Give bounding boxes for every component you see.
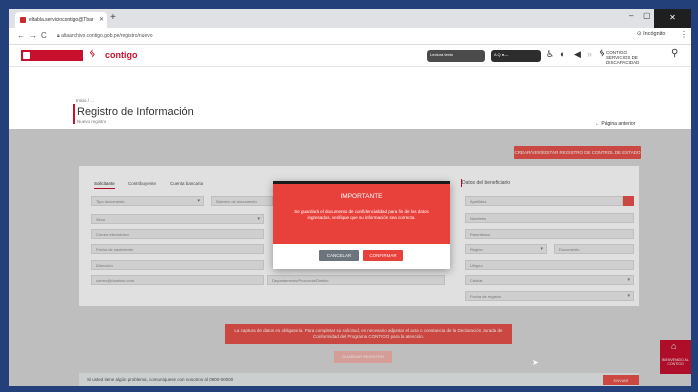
forward-icon[interactable]: → bbox=[29, 31, 37, 40]
confirmation-dialog: IMPORTANTE Se guardará el documento de c… bbox=[273, 181, 450, 269]
browser-tab[interactable]: eltabla.serviciocontigo@Tbar ✕ bbox=[15, 12, 107, 28]
browser-window: eltabla.serviciocontigo@Tbar ✕ + – ▢ ✕ ←… bbox=[9, 9, 691, 386]
program-name-sub: SERVICIOS DE DISCAPACIDAD bbox=[606, 55, 640, 65]
previous-page-link[interactable]: ← Página anterior bbox=[595, 121, 635, 127]
search-icon[interactable]: ⚲ bbox=[671, 48, 678, 59]
breadcrumb[interactable]: Inicio / ... bbox=[76, 98, 94, 103]
incognito-indicator[interactable]: ⊙ Incógnito bbox=[637, 31, 665, 37]
audio-icon[interactable]: ◀ bbox=[574, 49, 581, 60]
minimize-icon[interactable]: – bbox=[629, 11, 633, 20]
tab-bar: eltabla.serviciocontigo@Tbar ✕ + – ▢ ✕ bbox=[9, 9, 691, 28]
dialog-title: IMPORTANTE bbox=[340, 193, 383, 200]
mouse-cursor-icon: ➤ bbox=[532, 358, 539, 367]
site-header: ᛃ contigo Lectura texto A Q ●— ♿︎ ◐ ◀ » … bbox=[9, 45, 691, 67]
title-accent-bar bbox=[73, 104, 75, 124]
dialog-top-border bbox=[273, 181, 450, 184]
next-icon[interactable]: » bbox=[587, 49, 592, 59]
accessibility-icon[interactable]: ♿︎ bbox=[546, 49, 554, 60]
back-icon[interactable]: ← bbox=[17, 31, 25, 40]
maximize-icon[interactable]: ▢ bbox=[643, 11, 651, 20]
address-bar: ← → C 🔒︎ altaarchivo.contigo.gob.pe/regi… bbox=[9, 28, 691, 45]
page-header: Inicio / ... Registro de Información Nue… bbox=[9, 67, 691, 129]
government-logo[interactable] bbox=[21, 50, 83, 61]
page-subtitle: Nuevo registro bbox=[77, 119, 107, 124]
url-text: altaarchivo.contigo.gob.pe/registro/nuev… bbox=[61, 33, 153, 39]
favicon-icon bbox=[20, 17, 26, 23]
contigo-logo-icon: ᛃ bbox=[89, 48, 96, 60]
read-aloud-button[interactable]: Lectura texto bbox=[427, 50, 485, 62]
contigo-mark-icon: ᛃ bbox=[599, 48, 605, 59]
page-title: Registro de Información bbox=[77, 106, 194, 118]
close-window-icon[interactable]: ✕ bbox=[654, 9, 691, 28]
zoom-control-label: A Q ●— bbox=[494, 52, 509, 57]
reload-icon[interactable]: C bbox=[41, 31, 47, 40]
brand-name[interactable]: contigo bbox=[105, 50, 138, 60]
browser-menu-icon[interactable]: ⋮ bbox=[680, 30, 688, 39]
incognito-label: Incógnito bbox=[643, 31, 666, 37]
confirm-button[interactable]: CONFIRMAR bbox=[363, 250, 403, 261]
url-field[interactable]: 🔒︎ altaarchivo.contigo.gob.pe/registro/n… bbox=[57, 31, 197, 42]
close-tab-icon[interactable]: ✕ bbox=[99, 16, 104, 23]
contrast-icon[interactable]: ◐ bbox=[560, 49, 565, 59]
program-name: CONTIGO SERVICIOS DE DISCAPACIDAD bbox=[606, 50, 654, 65]
cancel-button[interactable]: CANCELAR bbox=[319, 250, 359, 261]
tab-title: eltabla.serviciocontigo@Tbar bbox=[29, 17, 94, 23]
dialog-footer: CANCELAR CONFIRMAR bbox=[273, 244, 450, 269]
new-tab-button[interactable]: + bbox=[110, 12, 116, 23]
read-aloud-label: Lectura texto bbox=[430, 52, 454, 57]
zoom-control[interactable]: A Q ●— bbox=[491, 50, 541, 62]
dialog-message: Se guardará el documento de confidencial… bbox=[294, 209, 429, 220]
